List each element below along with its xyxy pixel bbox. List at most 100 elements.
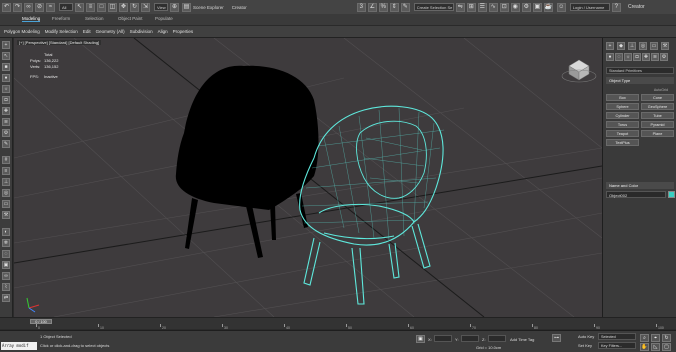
object-name-field[interactable]: Object002 — [606, 191, 666, 198]
unlink-icon[interactable]: ⊘ — [35, 2, 44, 12]
set-key-icon[interactable]: ⊶ — [552, 334, 561, 342]
create-icon[interactable]: + — [2, 41, 10, 49]
render-frame-icon[interactable]: ▣ — [532, 2, 542, 12]
selection-filter-dropdown[interactable]: All — [59, 3, 73, 11]
spacewarps-icon[interactable]: ≋ — [651, 53, 659, 61]
bone-icon[interactable]: ⌇ — [2, 283, 10, 291]
object-type-header[interactable]: Object Type — [606, 77, 674, 84]
edit-named-sets-icon[interactable]: ✎ — [400, 2, 410, 12]
orbit-icon[interactable]: ↻ — [662, 334, 671, 342]
camera-icon[interactable]: ◘ — [2, 96, 10, 104]
modify-tab-icon[interactable]: ◆ — [617, 42, 625, 50]
select-by-name-icon[interactable]: ≡ — [86, 2, 95, 12]
key-mode-dropdown[interactable]: Selected — [598, 333, 636, 340]
shapes-icon[interactable]: ◌ — [615, 53, 623, 61]
tab-selection[interactable]: Selection — [85, 16, 104, 21]
selection-set-dropdown[interactable]: Create Selection Se — [413, 3, 454, 11]
render-icon[interactable]: ☕ — [543, 2, 553, 12]
motion-tab-icon[interactable]: ◎ — [639, 42, 647, 50]
auto-key-label[interactable]: Auto Key — [578, 334, 594, 339]
cylinder-button[interactable]: Cylinder — [606, 112, 639, 119]
hierarchy-icon[interactable]: ⊥ — [2, 178, 10, 186]
tab-freeform[interactable]: Freeform — [52, 16, 70, 21]
spacewarp-icon[interactable]: ≋ — [2, 118, 10, 126]
name-and-color-header[interactable]: Name and Color — [606, 182, 674, 189]
systems-icon[interactable]: ⚙ — [2, 129, 10, 137]
create-tab-icon[interactable]: + — [606, 42, 614, 50]
set-key-label[interactable]: Set Key — [578, 343, 592, 348]
tab-modeling[interactable]: Modeling — [22, 16, 41, 22]
fov-icon[interactable]: ◺ — [651, 343, 660, 351]
user-icon[interactable]: ☺ — [556, 2, 566, 12]
zoom-icon[interactable]: ⌕ — [640, 334, 649, 342]
geometry-icon[interactable]: ● — [606, 53, 614, 61]
render-setup-icon[interactable]: ⚙ — [521, 2, 531, 12]
layer-explorer-icon[interactable]: ☰ — [477, 2, 487, 12]
angle-snap-icon[interactable]: ∠ — [367, 2, 377, 12]
tab-object-paint[interactable]: Object Paint — [118, 16, 143, 21]
ribbon-edit[interactable]: Edit — [83, 29, 91, 34]
ribbon-geometry[interactable]: Geometry (All) — [96, 29, 125, 34]
systems-tab-icon[interactable]: ⚙ — [660, 53, 668, 61]
cube-icon[interactable]: ■ — [2, 63, 10, 71]
bind-space-warp-icon[interactable]: ≈ — [46, 2, 55, 12]
add-time-tag[interactable]: Add Time Tag — [510, 337, 534, 342]
primitive-category-dropdown[interactable]: Standard Primitives — [606, 67, 674, 74]
x-coordinate-field[interactable] — [434, 335, 452, 342]
paint-icon[interactable]: ✎ — [2, 140, 10, 148]
select-icon[interactable]: ↖ — [2, 52, 10, 60]
cone-button[interactable]: Cone — [641, 94, 674, 101]
torus-button[interactable]: Torus — [606, 121, 639, 128]
zoom-all-icon[interactable]: ⌖ — [651, 334, 660, 342]
tab-populate[interactable]: Populate — [155, 16, 173, 21]
scale-icon[interactable]: ⇲ — [141, 2, 150, 12]
geosphere-button[interactable]: GeoSphere — [641, 103, 674, 110]
y-coordinate-field[interactable] — [461, 335, 479, 342]
autogrid-checkbox[interactable]: AutoGrid — [606, 88, 674, 92]
sphere-button[interactable]: Sphere — [606, 103, 639, 110]
maximize-viewport-icon[interactable]: ▢ — [662, 343, 671, 351]
utilities-icon[interactable]: ⚒ — [2, 211, 10, 219]
scene-explorer-icon[interactable]: ▤ — [182, 2, 191, 12]
z-coordinate-field[interactable] — [488, 335, 506, 342]
spinner-snap-icon[interactable]: ⇕ — [389, 2, 399, 12]
motion-icon[interactable]: ◎ — [2, 189, 10, 197]
textplus-button[interactable]: TextPlus — [606, 139, 639, 146]
align-icon[interactable]: ⊞ — [466, 2, 476, 12]
display-tab-icon[interactable]: ▭ — [650, 42, 658, 50]
freeze-icon[interactable]: ❄ — [2, 239, 10, 247]
helper-icon[interactable]: ✚ — [2, 107, 10, 115]
rotate-icon[interactable]: ↻ — [130, 2, 139, 12]
schematic-view-icon[interactable]: ⊡ — [499, 2, 509, 12]
percent-snap-icon[interactable]: % — [378, 2, 388, 12]
ribbon-polygon-modeling[interactable]: Polygon Modeling — [4, 29, 40, 34]
hierarchy-tab-icon[interactable]: ⊥ — [628, 42, 636, 50]
isolate-icon[interactable]: ◐ — [2, 228, 10, 236]
curve-editor-icon[interactable]: ∿ — [488, 2, 498, 12]
pan-icon[interactable]: ✋ — [640, 343, 649, 351]
helpers-icon[interactable]: ✚ — [642, 53, 650, 61]
lock-selection-icon[interactable]: ▣ — [416, 335, 425, 343]
selection-region-icon[interactable]: □ — [97, 2, 106, 12]
link-toggle-icon[interactable]: ∞ — [2, 272, 10, 280]
sphere-icon[interactable]: ● — [2, 74, 10, 82]
cameras-icon[interactable]: ◘ — [633, 53, 641, 61]
hide-icon[interactable]: ◌ — [2, 250, 10, 258]
pyramid-button[interactable]: Pyramid — [641, 121, 674, 128]
light-icon[interactable]: ☼ — [2, 85, 10, 93]
mirror-icon[interactable]: ⇋ — [455, 2, 465, 12]
scene-explorer-label[interactable]: Scene Explorer — [193, 5, 224, 10]
lights-icon[interactable]: ☼ — [624, 53, 632, 61]
xref-icon[interactable]: ⇄ — [2, 294, 10, 302]
redo-icon[interactable]: ↷ — [13, 2, 22, 12]
undo-icon[interactable]: ↶ — [2, 2, 11, 12]
utilities-tab-icon[interactable]: ⚒ — [661, 42, 669, 50]
select-object-icon[interactable]: ↖ — [75, 2, 84, 12]
ribbon-properties[interactable]: Properties — [173, 29, 194, 34]
workspace-label[interactable]: Creator — [628, 4, 645, 10]
user-dropdown[interactable]: Login / Username — [569, 3, 610, 11]
pivot-icon[interactable]: ⊕ — [170, 2, 179, 12]
object-color-swatch[interactable] — [668, 191, 675, 198]
link-icon[interactable]: ∞ — [24, 2, 33, 12]
lock-icon[interactable]: ▣ — [2, 261, 10, 269]
